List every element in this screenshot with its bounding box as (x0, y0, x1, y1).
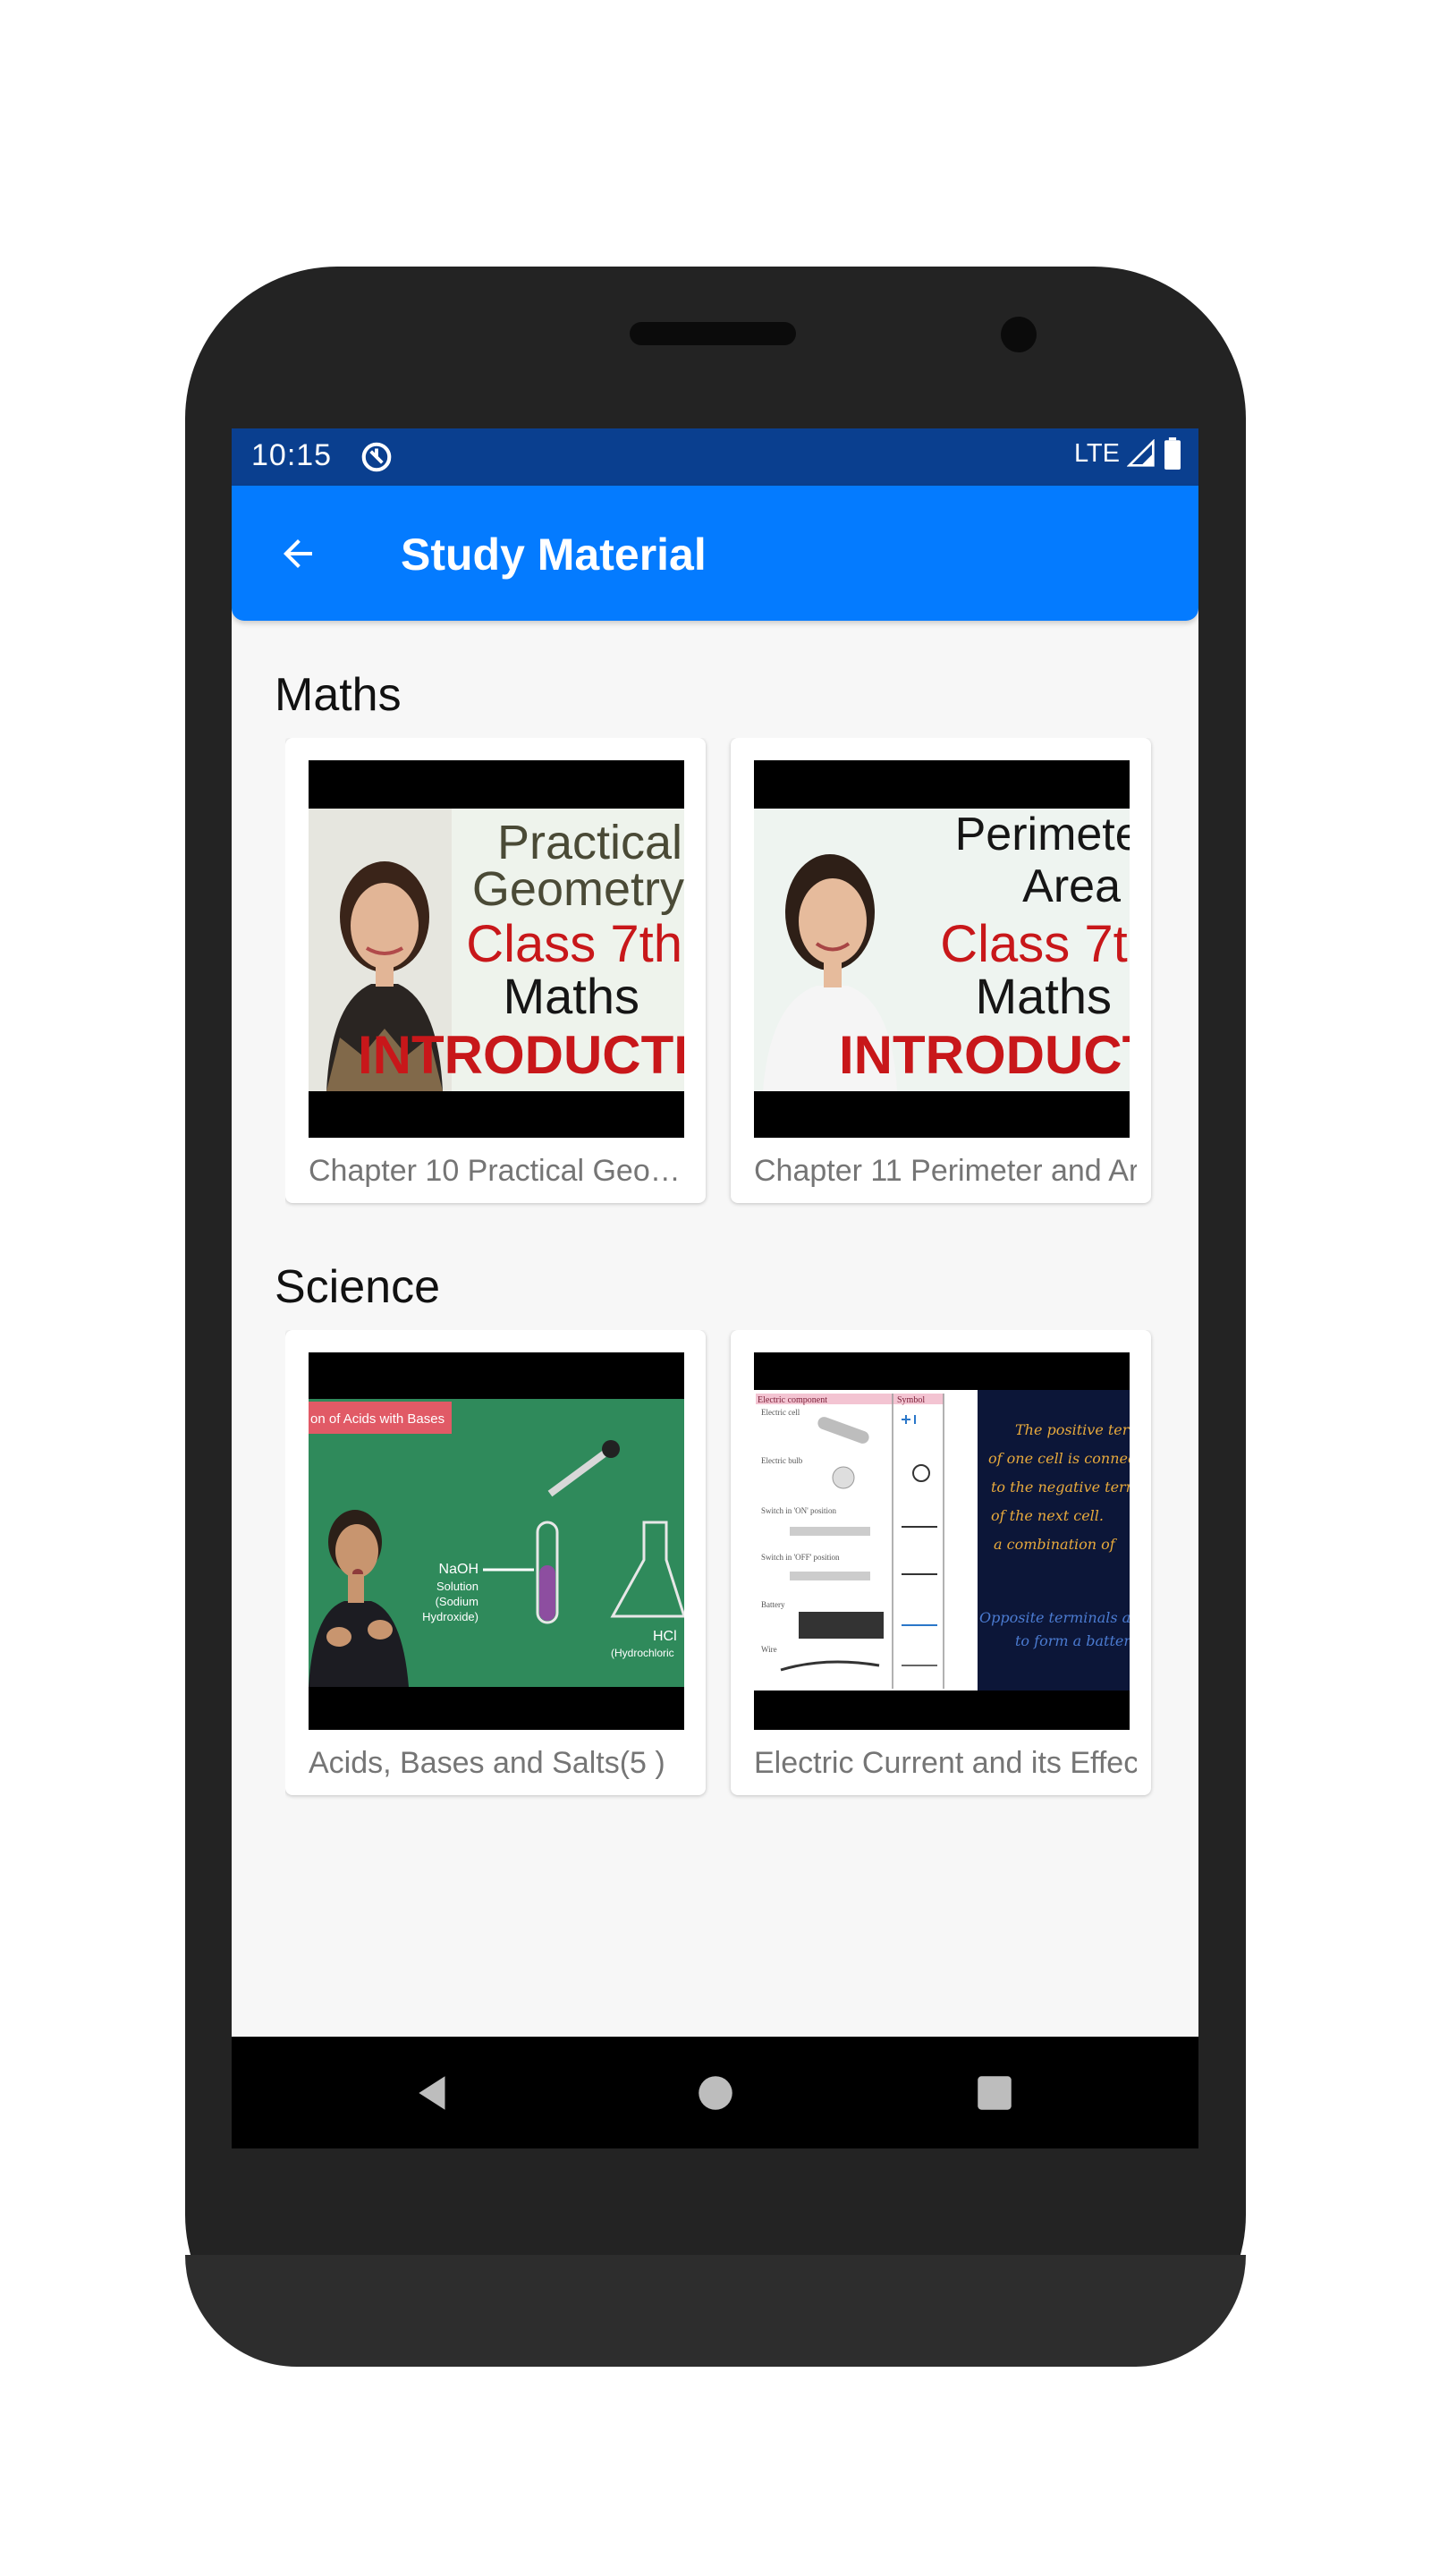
thumbnail-image: Perimeter Area Class 7th Maths INTRODUCT… (754, 760, 1130, 1138)
network-label: LTE (1073, 438, 1120, 468)
video-card[interactable]: Practical Geometry Class 7th Maths INTRO… (285, 738, 706, 1203)
video-card[interactable]: on of Acids with Bases NaOH Solution (So… (285, 1330, 706, 1795)
thumb-text-9: The positive terminal (1015, 1421, 1130, 1438)
thumb-text-1: on of Acids with Bases (310, 1411, 445, 1427)
video-thumbnail[interactable]: Electric component Symbol Electric cell … (754, 1352, 1130, 1730)
thumb-text-1: Electric component (758, 1395, 827, 1405)
video-thumbnail[interactable]: Perimeter Area Class 7th Maths INTRODUCT… (754, 760, 1130, 1138)
thumb-text-1: Practical (497, 816, 682, 869)
section-title-science: Science (275, 1261, 440, 1313)
thumbnail-image: Electric component Symbol Electric cell … (754, 1352, 1130, 1730)
card-row-science[interactable]: on of Acids with Bases NaOH Solution (So… (285, 1330, 1156, 1813)
phone-camera (1001, 317, 1037, 352)
thumb-text-2: Area (1022, 860, 1121, 912)
thumb-text-5: INTRODUCTION (839, 1025, 1130, 1085)
screen: 10:15 LTE Study Material Maths Practical… (232, 428, 1198, 2148)
video-title[interactable]: Chapter 10 Practical Geometry (309, 1154, 691, 1189)
thumb-text-7: Battery (761, 1600, 785, 1609)
app-bar: Study Material (232, 486, 1198, 621)
thumb-text-2: NaOH (439, 1562, 478, 1577)
thumb-text-4: (Sodium (436, 1595, 478, 1608)
thumb-text-4: Electric bulb (761, 1456, 803, 1465)
thumbnail-image: Practical Geometry Class 7th Maths INTRO… (309, 760, 684, 1138)
thumb-text-6: HCl (653, 1629, 677, 1644)
thumb-text-2: Geometry (472, 862, 684, 916)
battery-icon (1164, 437, 1181, 470)
thumb-text-13: a combination of (994, 1536, 1118, 1553)
thumb-text-12: of the next cell. (991, 1507, 1104, 1524)
video-title[interactable]: Electric Current and its Effects (754, 1746, 1137, 1781)
navigation-bar (232, 2037, 1198, 2148)
thumb-text-6: Switch in 'OFF' position (761, 1553, 840, 1562)
card-row-maths[interactable]: Practical Geometry Class 7th Maths INTRO… (285, 738, 1156, 1221)
nav-home-icon[interactable] (693, 2071, 738, 2115)
thumb-text-1: Perimeter (955, 809, 1130, 860)
nav-recents-icon[interactable] (972, 2071, 1017, 2115)
thumb-text-3: Solution (436, 1580, 478, 1593)
video-thumbnail[interactable]: on of Acids with Bases NaOH Solution (So… (309, 1352, 684, 1730)
thumb-text-15: to form a battery (1015, 1632, 1130, 1649)
thumbnail-image: on of Acids with Bases NaOH Solution (So… (309, 1352, 684, 1730)
status-bar: 10:15 LTE (232, 428, 1198, 486)
status-time: 10:15 (251, 438, 333, 472)
thumb-text-8: Wire (761, 1645, 777, 1654)
thumb-text-2: Symbol (897, 1395, 925, 1405)
arrow-back-icon (284, 539, 312, 568)
thumb-text-3: Class 7th (940, 915, 1130, 973)
data-saver-icon (361, 442, 392, 472)
thumb-text-5: Switch in 'ON' position (761, 1506, 836, 1515)
thumb-text-5: Hydroxide) (422, 1610, 478, 1623)
phone-chin (185, 2255, 1246, 2367)
thumb-text-4: Maths (976, 968, 1113, 1024)
status-right: LTE (1074, 437, 1182, 470)
page-title: Study Material (401, 530, 707, 580)
thumb-text-5: INTRODUCTION (358, 1025, 684, 1085)
thumb-text-10: of one cell is connected (988, 1450, 1130, 1467)
thumb-text-4: Maths (504, 968, 640, 1024)
video-card[interactable]: Perimeter Area Class 7th Maths INTRODUCT… (731, 738, 1151, 1203)
back-button[interactable] (269, 525, 326, 582)
nav-back-icon[interactable] (411, 2071, 456, 2115)
thumb-text-3: Class 7th (466, 915, 682, 973)
video-title[interactable]: Acids, Bases and Salts(5 ) (309, 1746, 691, 1781)
phone-speaker (630, 322, 796, 345)
video-card[interactable]: Electric component Symbol Electric cell … (731, 1330, 1151, 1795)
video-thumbnail[interactable]: Practical Geometry Class 7th Maths INTRO… (309, 760, 684, 1138)
thumb-text-14: Opposite terminals are (979, 1609, 1130, 1626)
signal-icon (1127, 439, 1155, 467)
section-title-maths: Maths (275, 669, 402, 721)
thumb-text-7: (Hydrochloric (611, 1647, 674, 1659)
thumb-text-11: to the negative terminal (991, 1479, 1130, 1496)
video-title[interactable]: Chapter 11 Perimeter and Area (754, 1154, 1137, 1189)
thumb-text-3: Electric cell (761, 1408, 800, 1417)
